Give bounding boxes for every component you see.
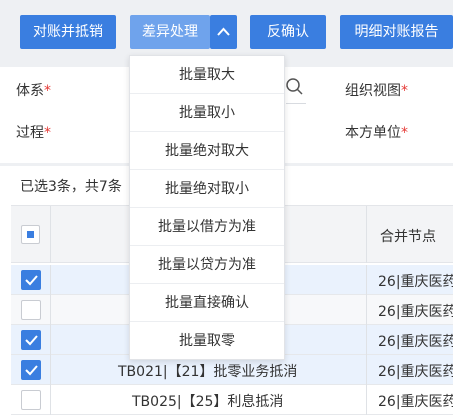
- system-field-underline: [286, 103, 306, 104]
- column-divider: [366, 295, 367, 325]
- merge-node-cell: 26|重庆医药: [378, 364, 453, 380]
- menu-item-batch-debit-basis[interactable]: 批量以借方为准: [130, 208, 284, 246]
- merge-node-cell: 26|重庆医药: [378, 274, 453, 290]
- select-all-checkbox[interactable]: [21, 225, 40, 244]
- diff-handle-button[interactable]: 差异处理: [130, 15, 210, 49]
- unconfirm-button[interactable]: 反确认: [250, 15, 326, 49]
- column-divider: [50, 206, 51, 263]
- row-checkbox[interactable]: [21, 270, 41, 290]
- menu-item-batch-direct-confirm[interactable]: 批量直接确认: [130, 284, 284, 322]
- org-view-label: 组织视图*: [345, 83, 408, 99]
- menu-item-batch-abs-max[interactable]: 批量绝对取大: [130, 132, 284, 170]
- column-divider: [50, 325, 51, 355]
- menu-item-batch-abs-min[interactable]: 批量绝对取小: [130, 170, 284, 208]
- check-icon: [25, 335, 38, 346]
- detail-report-button[interactable]: 明细对账报告: [340, 15, 453, 49]
- scheme-name-cell: TB025|【25】利息抵消: [132, 394, 284, 410]
- merge-node-cell: 26|重庆医药: [378, 304, 453, 320]
- process-label: 过程*: [16, 125, 51, 141]
- scheme-name-cell: TB021|【21】批零业务抵消: [118, 364, 298, 380]
- check-icon: [25, 365, 38, 376]
- check-icon: [25, 275, 38, 286]
- menu-item-batch-min[interactable]: 批量取小: [130, 94, 284, 132]
- row-checkbox[interactable]: [21, 360, 41, 380]
- column-divider: [366, 385, 367, 415]
- indeterminate-mark: [27, 231, 34, 238]
- own-unit-label: 本方单位*: [345, 125, 408, 141]
- merge-node-cell: 26|重庆医药: [378, 334, 453, 350]
- diff-handle-dropdown-toggle[interactable]: [210, 15, 237, 49]
- row-checkbox[interactable]: [21, 300, 41, 320]
- toolbar: 对账并抵销 差异处理 反确认 明细对账报告: [0, 0, 453, 62]
- column-divider: [50, 385, 51, 415]
- merge-node-cell: 26|重庆医药: [378, 394, 453, 410]
- reconcile-offset-button[interactable]: 对账并抵销: [20, 15, 116, 49]
- column-divider: [50, 355, 51, 385]
- column-divider: [366, 206, 367, 263]
- row-checkbox[interactable]: [21, 390, 41, 410]
- column-divider: [50, 295, 51, 325]
- column-divider: [366, 325, 367, 355]
- system-label: 体系*: [16, 83, 51, 99]
- row-checkbox[interactable]: [21, 330, 41, 350]
- menu-item-batch-credit-basis[interactable]: 批量以贷方为准: [130, 246, 284, 284]
- search-icon[interactable]: [284, 76, 306, 98]
- menu-item-batch-max[interactable]: 批量取大: [130, 56, 284, 94]
- column-divider: [366, 355, 367, 385]
- chevron-up-icon: [217, 27, 230, 36]
- diff-handle-menu: 批量取大 批量取小 批量绝对取大 批量绝对取小 批量以借方为准 批量以贷方为准 …: [129, 55, 285, 360]
- table-row[interactable]: TB025|【25】利息抵消 26|重庆医药: [11, 385, 453, 415]
- column-divider: [50, 265, 51, 295]
- merge-node-header: 合并节点: [380, 229, 436, 245]
- column-divider: [366, 265, 367, 295]
- selection-summary: 已选3条，共7条: [20, 179, 122, 195]
- menu-item-batch-zero[interactable]: 批量取零: [130, 322, 284, 360]
